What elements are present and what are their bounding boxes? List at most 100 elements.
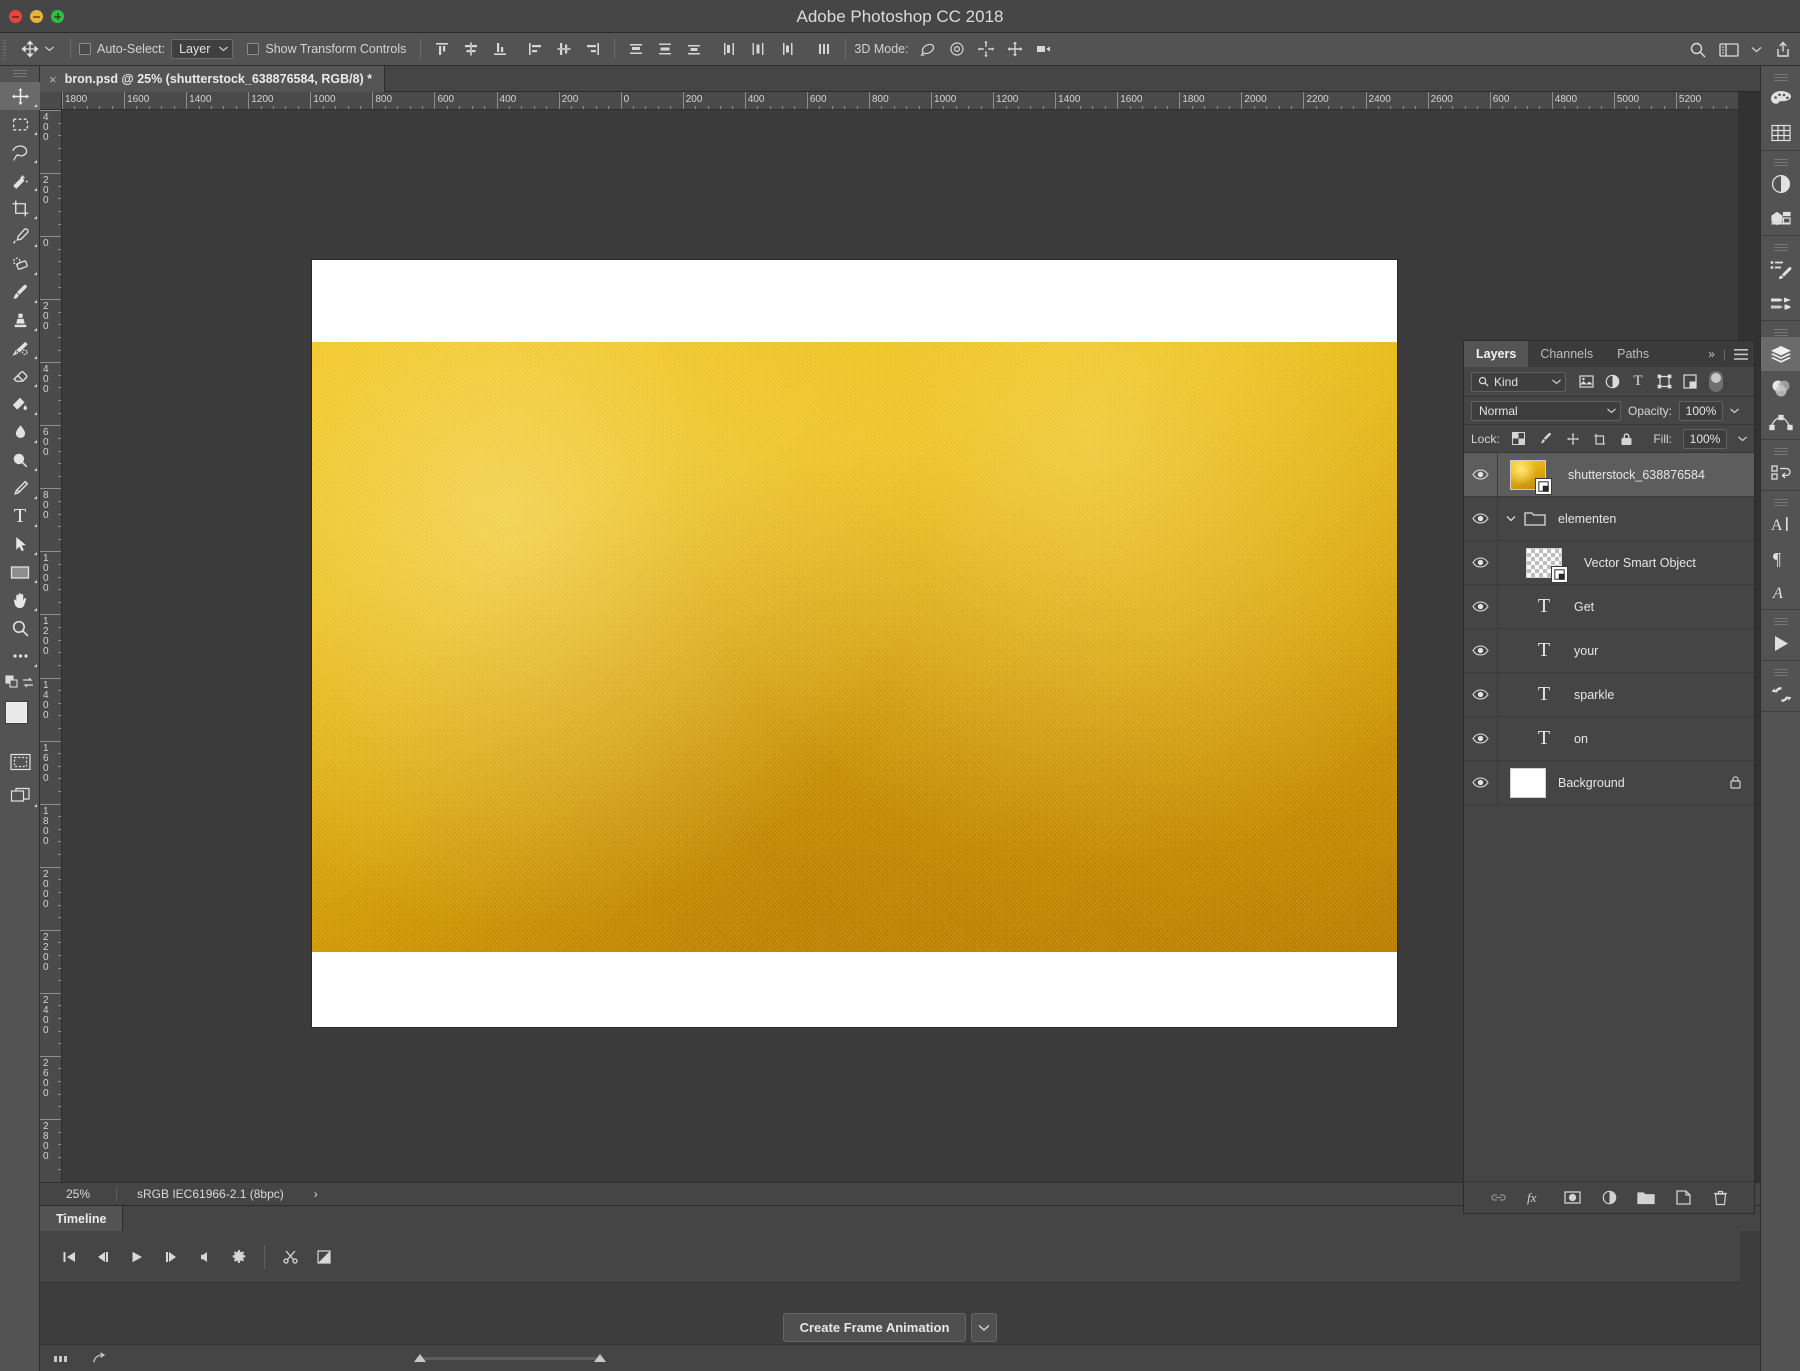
rotate-3d-icon[interactable] <box>915 36 941 62</box>
filter-type-icon[interactable]: T <box>1628 372 1648 392</box>
brush-tool[interactable] <box>0 278 40 306</box>
screen-mode-icon[interactable] <box>0 782 40 810</box>
lock-transparent-pixels-icon[interactable] <box>1511 431 1527 447</box>
distribute-vertical-centers-icon[interactable] <box>652 36 678 62</box>
layer-visibility-toggle[interactable] <box>1464 496 1498 541</box>
layer-visibility-toggle[interactable] <box>1464 452 1498 497</box>
fill-field[interactable]: 100% <box>1683 428 1727 449</box>
adjustments-panel-icon[interactable] <box>1761 167 1800 201</box>
spot-healing-brush-tool[interactable] <box>0 250 40 278</box>
lock-position-icon[interactable] <box>1565 431 1581 447</box>
filter-enable-toggle[interactable] <box>1709 371 1723 392</box>
blur-tool[interactable] <box>0 418 40 446</box>
render-video-icon[interactable] <box>93 1352 110 1365</box>
dock-group-grip[interactable] <box>1761 617 1800 626</box>
layer-thumbnail[interactable] <box>1510 767 1546 798</box>
libraries-panel-icon[interactable] <box>1761 201 1800 235</box>
table-row[interactable]: Background <box>1464 760 1754 805</box>
split-at-playhead-icon[interactable] <box>273 1240 307 1274</box>
align-left-edges-icon[interactable] <box>522 36 548 62</box>
blend-mode-dropdown[interactable]: Normal <box>1471 400 1621 421</box>
glyphs-panel-icon[interactable]: A <box>1761 575 1800 609</box>
eraser-tool[interactable] <box>0 362 40 390</box>
dock-group-grip[interactable] <box>1761 243 1800 252</box>
document-tab[interactable]: × bron.psd @ 25% (shutterstock_638876584… <box>40 66 386 92</box>
brush-settings-panel-icon[interactable] <box>1761 252 1800 286</box>
go-to-first-frame-icon[interactable] <box>52 1240 86 1274</box>
type-tool[interactable]: T <box>0 502 40 530</box>
status-expand-icon[interactable]: › <box>314 1187 318 1201</box>
zoom-slider-track[interactable] <box>420 1356 600 1360</box>
rectangular-marquee-tool[interactable] <box>0 110 40 138</box>
table-row[interactable]: shutterstock_638876584 <box>1464 452 1754 497</box>
arrange-documents-icon[interactable] <box>1719 42 1739 58</box>
history-brush-tool[interactable] <box>0 334 40 362</box>
transition-icon[interactable] <box>307 1240 341 1274</box>
delete-layer-icon[interactable] <box>1710 1188 1730 1208</box>
rotate-view-panel-icon[interactable] <box>1761 677 1800 711</box>
tab-timeline[interactable]: Timeline <box>40 1206 124 1231</box>
play-icon[interactable] <box>120 1240 154 1274</box>
filter-adjustment-icon[interactable] <box>1602 372 1622 392</box>
distribute-left-edges-icon[interactable] <box>716 36 742 62</box>
filter-shape-icon[interactable] <box>1654 372 1674 392</box>
gradient-tool[interactable] <box>0 390 40 418</box>
new-adjustment-layer-icon[interactable] <box>1599 1188 1619 1208</box>
add-layer-mask-icon[interactable] <box>1562 1188 1582 1208</box>
foreground-color-swatch[interactable] <box>6 702 27 723</box>
character-panel-icon[interactable]: A <box>1761 507 1800 541</box>
table-row[interactable]: T Get <box>1464 584 1754 629</box>
rectangle-tool[interactable] <box>0 558 40 586</box>
align-bottom-edges-icon[interactable] <box>487 36 513 62</box>
history-panel-icon[interactable] <box>1761 456 1800 490</box>
opacity-scrubber-chevron-icon[interactable] <box>1730 408 1739 414</box>
active-tool-preset[interactable] <box>9 33 62 66</box>
ruler-origin[interactable] <box>40 92 62 110</box>
dock-group-grip[interactable] <box>1761 158 1800 167</box>
paragraph-panel-icon[interactable]: ¶ <box>1761 541 1800 575</box>
distribute-spacing-icon[interactable] <box>811 36 837 62</box>
path-selection-tool[interactable] <box>0 530 40 558</box>
layer-thumbnail[interactable] <box>1526 547 1568 583</box>
timeline-zoom-slider[interactable] <box>414 1351 606 1365</box>
zoom-tool[interactable] <box>0 614 40 642</box>
eyedropper-tool[interactable] <box>0 222 40 250</box>
layer-thumbnail[interactable] <box>1510 459 1552 495</box>
align-top-edges-icon[interactable] <box>429 36 455 62</box>
previous-frame-icon[interactable] <box>86 1240 120 1274</box>
options-bar-grip[interactable] <box>0 32 9 66</box>
layer-visibility-toggle[interactable] <box>1464 716 1498 761</box>
zoom-in-handle[interactable] <box>594 1354 606 1362</box>
quick-selection-tool[interactable] <box>0 166 40 194</box>
align-vertical-centers-icon[interactable] <box>458 36 484 62</box>
dock-group-grip[interactable] <box>1761 447 1800 456</box>
add-layer-style-icon[interactable]: fx <box>1525 1188 1545 1208</box>
horizontal-ruler[interactable]: 1800 1600 1400 1200 1000 800 600 400 200 0 200 400 6… <box>62 92 1738 110</box>
brushes-panel-icon[interactable] <box>1761 286 1800 320</box>
default-foreground-background-icon[interactable] <box>0 670 40 696</box>
fill-scrubber-chevron-icon[interactable] <box>1738 436 1747 442</box>
quick-mask-mode-icon[interactable] <box>0 748 40 776</box>
auto-select-dropdown[interactable]: Layer <box>171 39 234 59</box>
channels-panel-icon[interactable] <box>1761 371 1800 405</box>
tools-panel-grip[interactable] <box>0 66 39 82</box>
share-icon[interactable] <box>1774 40 1792 59</box>
next-frame-icon[interactable] <box>154 1240 188 1274</box>
roll-3d-icon[interactable] <box>944 36 970 62</box>
color-swatches[interactable] <box>0 698 40 740</box>
table-row[interactable]: T sparkle <box>1464 672 1754 717</box>
table-row[interactable]: Vector Smart Object <box>1464 540 1754 585</box>
link-layers-icon[interactable] <box>1488 1188 1508 1208</box>
convert-to-frame-animation-icon[interactable] <box>54 1353 71 1365</box>
pen-tool[interactable] <box>0 474 40 502</box>
align-horizontal-centers-icon[interactable] <box>551 36 577 62</box>
vertical-ruler[interactable]: 400 200 0 200 400 600 800 1000 1200 1400 1600 1800 2… <box>40 110 62 1182</box>
tab-layers[interactable]: Layers <box>1464 341 1529 367</box>
lock-artboard-nesting-icon[interactable] <box>1592 431 1608 447</box>
layer-visibility-toggle[interactable] <box>1464 760 1498 805</box>
distribute-bottom-edges-icon[interactable] <box>681 36 707 62</box>
dock-group-grip[interactable] <box>1761 498 1800 507</box>
color-panel-icon[interactable] <box>1761 82 1800 116</box>
tool-preset-chevron-icon[interactable] <box>45 46 54 52</box>
status-color-profile-group[interactable]: sRGB IEC61966-2.1 (8bpc) › <box>117 1187 318 1201</box>
